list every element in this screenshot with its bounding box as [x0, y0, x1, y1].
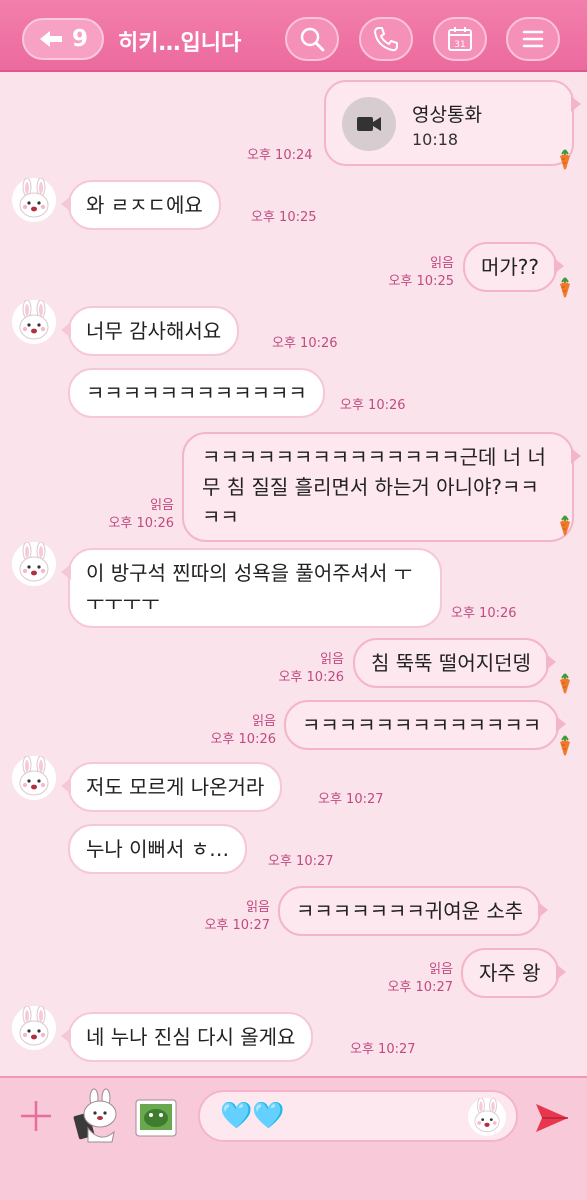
- phone-icon: [374, 27, 398, 52]
- bunny-avatar-icon: [12, 1006, 56, 1050]
- message-input-value: 🩵🩵: [220, 1101, 285, 1131]
- bunny-avatar-icon: [12, 178, 56, 222]
- message-time: 오후 10:25: [251, 210, 317, 225]
- message-time: 오후 10:27: [350, 1042, 416, 1057]
- read-receipt: 읽음: [246, 900, 270, 915]
- bunny-avatar-icon: [12, 542, 56, 586]
- read-receipt: 읽음: [320, 652, 344, 667]
- message-bubble[interactable]: ㅋㅋㅋㅋㅋㅋㅋㅋㅋㅋㅋㅋ: [68, 368, 325, 418]
- back-button[interactable]: 9: [22, 18, 104, 60]
- message-time: 오후 10:26: [340, 398, 406, 413]
- carrot-icon: [556, 276, 574, 298]
- message-input[interactable]: 🩵🩵: [198, 1090, 518, 1142]
- bunny-avatar-icon: [12, 300, 56, 344]
- unread-count: 9: [71, 26, 88, 52]
- read-receipt: 읽음: [430, 256, 454, 271]
- photo-icon[interactable]: [134, 1098, 178, 1138]
- send-icon[interactable]: [532, 1098, 572, 1138]
- message-bubble[interactable]: 자주 왕: [461, 948, 566, 998]
- chat-header: 9 히키…입니다 31: [0, 0, 587, 72]
- message-time: 오후 10:26: [210, 732, 276, 747]
- video-camera-icon: [357, 117, 381, 131]
- avatar[interactable]: [12, 1006, 56, 1050]
- avatar[interactable]: [12, 756, 56, 800]
- sticker-icon[interactable]: [70, 1088, 122, 1144]
- carrot-icon: [556, 734, 574, 756]
- read-receipt: 읽음: [429, 962, 453, 977]
- message-bubble[interactable]: 저도 모르게 나온거라: [60, 762, 283, 812]
- menu-icon: [522, 30, 544, 48]
- video-call-duration: 10:18: [412, 130, 459, 149]
- search-icon: [300, 27, 325, 52]
- back-arrow-icon: [39, 31, 62, 47]
- search-button[interactable]: [285, 17, 339, 61]
- chat-title: 히키…입니다: [118, 31, 242, 56]
- carrot-icon: [556, 514, 574, 536]
- calendar-button[interactable]: 31: [433, 17, 487, 61]
- message-bubble[interactable]: 침 뚝뚝 떨어지던뎅: [353, 638, 556, 688]
- menu-button[interactable]: [506, 17, 560, 61]
- calendar-icon: 31: [448, 27, 472, 51]
- avatar[interactable]: [12, 178, 56, 222]
- message-bubble[interactable]: ㅋㅋㅋㅋㅋㅋㅋ귀여운 소추: [278, 886, 549, 936]
- emoji-icon[interactable]: [468, 1098, 506, 1136]
- message-bubble[interactable]: ㅋㅋㅋㅋㅋㅋㅋㅋㅋㅋㅋㅋㅋ: [284, 700, 567, 750]
- bunny-avatar-icon: [12, 756, 56, 800]
- input-bar: 🩵🩵: [0, 1076, 587, 1200]
- message-time: 오후 10:27: [318, 792, 384, 807]
- message-time: 오후 10:27: [268, 854, 334, 869]
- read-receipt: 읽음: [150, 498, 174, 513]
- message-time: 오후 10:26: [278, 670, 344, 685]
- message-bubble[interactable]: 누나 이뻐서 ㅎ…: [68, 824, 248, 874]
- message-time: 오후 10:26: [451, 606, 517, 621]
- message-bubble[interactable]: 와 ㄹㅈㄷ에요: [61, 180, 221, 230]
- chat-area[interactable]: 영상통화 10:18 오후 10:24 와 ㄹㅈㄷ에요 오후 10:25 머가?…: [0, 74, 587, 1076]
- call-button[interactable]: [359, 17, 413, 61]
- video-call-icon-circle: [342, 97, 396, 151]
- message-time: 오후 10:25: [388, 274, 454, 289]
- message-time: 오후 10:26: [272, 336, 338, 351]
- carrot-icon: [556, 672, 574, 694]
- video-call-title: 영상통화: [412, 104, 482, 126]
- message-bubble[interactable]: 네 누나 진심 다시 올게요: [60, 1012, 314, 1062]
- message-bubble[interactable]: 머가??: [463, 242, 565, 292]
- message-time: 오후 10:24: [247, 148, 313, 163]
- video-call-card[interactable]: 영상통화 10:18: [324, 80, 581, 166]
- plus-icon[interactable]: [18, 1098, 54, 1134]
- avatar[interactable]: [12, 542, 56, 586]
- message-time: 오후 10:27: [387, 980, 453, 995]
- avatar[interactable]: [12, 300, 56, 344]
- carrot-icon: [556, 148, 574, 170]
- message-time: 오후 10:27: [204, 918, 270, 933]
- read-receipt: 읽음: [252, 714, 276, 729]
- message-bubble[interactable]: ㅋㅋㅋㅋㅋㅋㅋㅋㅋㅋㅋㅋㅋㅋ근데 너 너무 침 질질 흘리면서 하는거 아니야?…: [182, 432, 581, 542]
- message-time: 오후 10:26: [108, 516, 174, 531]
- message-bubble[interactable]: 이 방구석 찐따의 성욕을 풀어주셔서 ㅜㅜㅜㅜㅜ: [61, 548, 442, 628]
- calendar-day: 31: [454, 40, 465, 50]
- message-bubble[interactable]: 너무 감사해서요: [60, 306, 240, 356]
